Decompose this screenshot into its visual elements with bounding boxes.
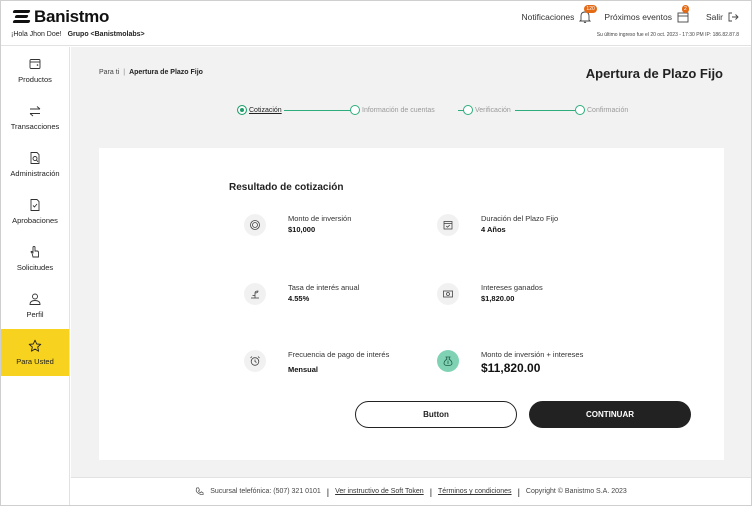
info-intereses-ganados: Intereses ganados $1,820.00 <box>437 283 543 305</box>
info-value: $1,820.00 <box>481 294 515 303</box>
header-actions: Notificaciones 120 Próximos eventos 2 Sa… <box>521 5 740 23</box>
secondary-button[interactable]: Button <box>355 401 517 428</box>
step-label: Confirmación <box>587 106 629 114</box>
step-indicator-icon <box>575 105 585 115</box>
sidebar-item-transacciones[interactable]: Transacciones <box>1 94 69 141</box>
page-title: Apertura de Plazo Fijo <box>585 66 723 81</box>
info-value: Mensual <box>288 365 319 374</box>
events-label: Próximos eventos <box>604 11 672 22</box>
greeting-text: ¡Hola Jhon Doe! <box>11 31 62 38</box>
sidebar: Productos Transacciones Administración A… <box>1 47 70 505</box>
info-label: Monto de inversión + intereses <box>481 350 584 359</box>
progress-stepper: Cotización Información de cuentas Verifi… <box>237 105 637 121</box>
sidebar-item-administracion[interactable]: Administración <box>1 141 69 188</box>
info-duracion-plazo: Duración del Plazo Fijo 4 Años <box>437 214 558 236</box>
info-monto-total: Monto de inversión + intereses $11,820.0… <box>437 350 583 375</box>
app-window: Banistmo ¡Hola Jhon Doe! Grupo <Banistmol… <box>0 0 752 506</box>
alarm-clock-icon <box>244 350 266 372</box>
sidebar-item-para-usted[interactable]: Para Usted <box>1 329 69 376</box>
footer-divider: | <box>429 486 433 497</box>
info-value: 4.55% <box>288 294 310 303</box>
footer-copyright: Copyright © Banistmo S.A. 2023 <box>525 488 627 495</box>
sidebar-item-label: Solicitudes <box>16 263 54 272</box>
logout-label: Salir <box>705 11 723 22</box>
step-connector <box>284 110 351 111</box>
brand-logo[interactable]: Banistmo <box>12 7 110 27</box>
sidebar-item-label: Perfil <box>26 310 44 319</box>
calendar-check-icon <box>437 214 459 236</box>
sidebar-item-productos[interactable]: Productos <box>1 47 69 94</box>
step-cotizacion: Cotización <box>237 105 282 115</box>
footer-phone: Sucursal telefónica: (507) 321 0101 <box>210 488 321 495</box>
info-label: Monto de inversión <box>288 214 352 223</box>
sidebar-item-label: Administración <box>10 169 60 178</box>
group-name: Grupo <Banistmolabs> <box>67 31 145 38</box>
logout-icon <box>728 12 739 21</box>
sidebar-item-label: Aprobaciones <box>12 216 58 225</box>
info-label: Tasa de interés anual <box>288 283 360 292</box>
footer: Sucursal telefónica: (507) 321 0101 | Ve… <box>71 477 751 505</box>
wallet-icon <box>29 59 41 69</box>
step-label: Cotización <box>249 106 282 114</box>
step-indicator-icon <box>350 105 360 115</box>
info-value: $10,000 <box>288 225 316 234</box>
sidebar-item-label: Para Usted <box>16 357 54 366</box>
info-tasa-interes: Tasa de interés anual 4.55% <box>244 283 359 305</box>
growth-plant-icon <box>244 283 266 305</box>
step-label: Verificación <box>475 106 511 114</box>
footer-divider: | <box>517 486 520 497</box>
step-indicator-icon <box>463 105 473 115</box>
document-search-icon <box>30 152 40 164</box>
sidebar-item-perfil[interactable]: Perfil <box>1 282 69 329</box>
sidebar-item-solicitudes[interactable]: Solicitudes <box>1 235 69 282</box>
footer-divider: | <box>326 486 330 497</box>
breadcrumb: Para ti | Apertura de Plazo Fijo <box>99 69 203 76</box>
step-informacion-cuentas: Información de cuentas <box>350 105 435 115</box>
quote-result-card: Resultado de cotización Monto de inversi… <box>99 148 724 460</box>
transfer-arrows-icon <box>29 106 41 117</box>
info-value: 4 Años <box>481 225 506 234</box>
step-indicator-icon <box>237 105 247 115</box>
breadcrumb-current: Apertura de Plazo Fijo <box>129 69 203 76</box>
events-button[interactable]: Próximos eventos 2 <box>604 5 690 23</box>
user-greeting: ¡Hola Jhon Doe! Grupo <Banistmolabs> <box>11 31 145 38</box>
notifications-button[interactable]: Notificaciones 120 <box>521 5 597 23</box>
breadcrumb-separator: | <box>123 69 126 76</box>
terms-link[interactable]: Términos y condiciones <box>438 488 512 495</box>
top-header: Banistmo ¡Hola Jhon Doe! Grupo <Banistmol… <box>1 1 751 46</box>
info-label: Duración del Plazo Fijo <box>481 214 559 223</box>
document-check-icon <box>30 199 40 211</box>
notifications-label: Notificaciones <box>521 11 575 22</box>
sidebar-item-label: Productos <box>18 75 52 84</box>
coin-icon <box>244 214 266 236</box>
sidebar-item-aprobaciones[interactable]: Aprobaciones <box>1 188 69 235</box>
step-confirmacion: Confirmación <box>575 105 628 115</box>
user-icon <box>29 293 41 305</box>
last-login-info: Su último ingreso fue el 20 oct. 2023 - … <box>596 32 739 38</box>
info-monto-inversion: Monto de inversión $10,000 <box>244 214 351 236</box>
step-verificacion: Verificación <box>463 105 511 115</box>
sidebar-item-label: Transacciones <box>10 122 60 131</box>
breadcrumb-root-link[interactable]: Para ti <box>99 69 119 76</box>
info-label: Intereses ganados <box>481 283 543 292</box>
brand-name: Banistmo <box>34 7 110 26</box>
cash-icon <box>437 283 459 305</box>
info-label: Frecuencia de pago de interés <box>288 350 390 359</box>
step-connector <box>515 110 575 111</box>
hand-pointer-icon <box>30 246 39 258</box>
continue-button[interactable]: CONTINUAR <box>529 401 691 428</box>
info-value: $11,820.00 <box>481 361 541 375</box>
star-icon <box>28 339 42 352</box>
info-frecuencia-pago: Frecuencia de pago de interés Mensual <box>244 350 389 374</box>
notifications-count-badge: 120 <box>584 5 597 13</box>
money-bag-icon <box>437 350 459 372</box>
events-count-badge: 2 <box>681 5 689 13</box>
banistmo-logo-icon <box>12 10 31 24</box>
main-content: Para ti | Apertura de Plazo Fijo Apertura … <box>71 47 751 477</box>
card-title: Resultado de cotización <box>229 182 344 193</box>
logout-button[interactable]: Salir <box>706 11 739 23</box>
soft-token-link[interactable]: Ver instructivo de Soft Token <box>335 488 424 495</box>
phone-icon <box>196 487 204 496</box>
step-label: Información de cuentas <box>362 106 435 114</box>
